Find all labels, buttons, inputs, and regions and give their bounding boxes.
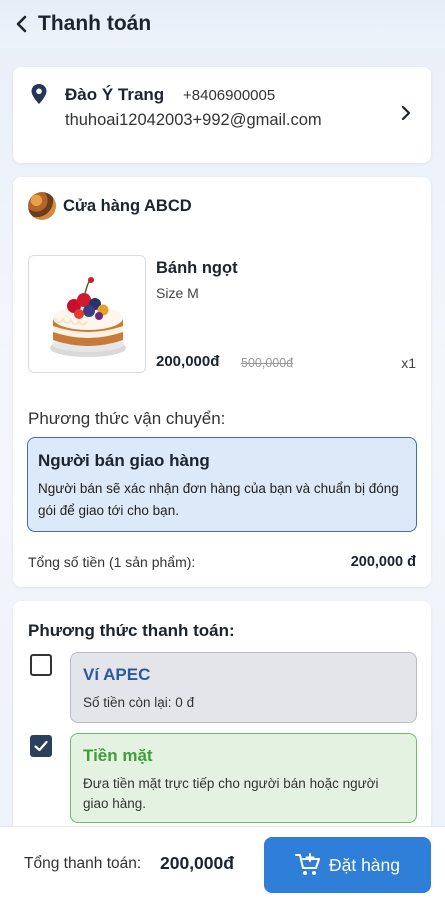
- wallet-checkbox[interactable]: [30, 654, 52, 676]
- page-title: Thanh toán: [38, 12, 152, 35]
- map-pin-icon: [31, 84, 47, 104]
- shop-name: Cửa hàng ABCD: [63, 197, 192, 215]
- subtotal-label: Tổng số tiền (1 sản phẩm):: [28, 554, 196, 570]
- cash-option-description: Đưa tiền mặt trực tiếp cho người bán hoặ…: [83, 776, 379, 811]
- cash-checkbox[interactable]: [30, 735, 52, 757]
- cash-option-title: Tiền mặt: [83, 746, 153, 765]
- subtotal-value: 200,000 đ: [350, 554, 416, 570]
- product-name: Bánh ngọt: [156, 259, 238, 277]
- place-order-label: Đặt hàng: [328, 854, 401, 875]
- shipping-method-label: Phương thức vận chuyển:: [28, 409, 226, 428]
- wallet-option-title: Ví APEC: [83, 665, 151, 684]
- checkout-footer: Tổng thanh toán: 200,000đ Đặt hàng: [0, 826, 445, 904]
- product-quantity: x1: [401, 355, 416, 371]
- recipient-phone: +8406900005: [183, 87, 276, 104]
- check-icon: [34, 740, 48, 752]
- back-button[interactable]: [12, 14, 32, 34]
- product-price: 200,000đ: [156, 353, 220, 370]
- product-variant: Size M: [156, 285, 199, 301]
- recipient-email: thuhoai12042003+992@gmail.com: [65, 111, 322, 129]
- shipping-option-title: Người bán giao hàng: [38, 451, 210, 470]
- place-order-button[interactable]: Đặt hàng: [264, 837, 431, 893]
- wallet-option-balance: Số tiền còn lại: 0 đ: [83, 695, 195, 710]
- shipping-address-card[interactable]: Đào Ý Trang +8406900005 thuhoai12042003+…: [13, 67, 431, 163]
- product-original-price: 500,000đ: [241, 356, 294, 370]
- app-header: Thanh toán: [0, 0, 445, 48]
- grand-total-value: 200,000đ: [160, 853, 234, 873]
- shipping-option-seller-delivery[interactable]: Người bán giao hàng Người bán sẽ xác nhậ…: [27, 437, 417, 532]
- product-image: [28, 255, 146, 373]
- recipient-name: Đào Ý Trang: [65, 85, 165, 104]
- payment-option-cash[interactable]: Tiền mặt Đưa tiền mặt trực tiếp cho ngườ…: [70, 733, 417, 823]
- shop-avatar: [28, 192, 56, 220]
- payment-method-heading: Phương thức thanh toán:: [28, 621, 235, 640]
- chevron-left-icon: [16, 15, 27, 33]
- grand-total-label: Tổng thanh toán:: [24, 855, 142, 872]
- cake-image: [50, 277, 126, 357]
- chevron-right-icon[interactable]: [401, 105, 411, 121]
- shipping-option-description: Người bán sẽ xác nhận đơn hàng của bạn v…: [38, 481, 399, 518]
- payment-option-wallet[interactable]: Ví APEC Số tiền còn lại: 0 đ: [70, 652, 417, 723]
- shop-order-card: Cửa hàng ABCD Bánh ngọt Size M 200,000đ …: [13, 177, 431, 587]
- cart-plus-icon: [294, 853, 320, 875]
